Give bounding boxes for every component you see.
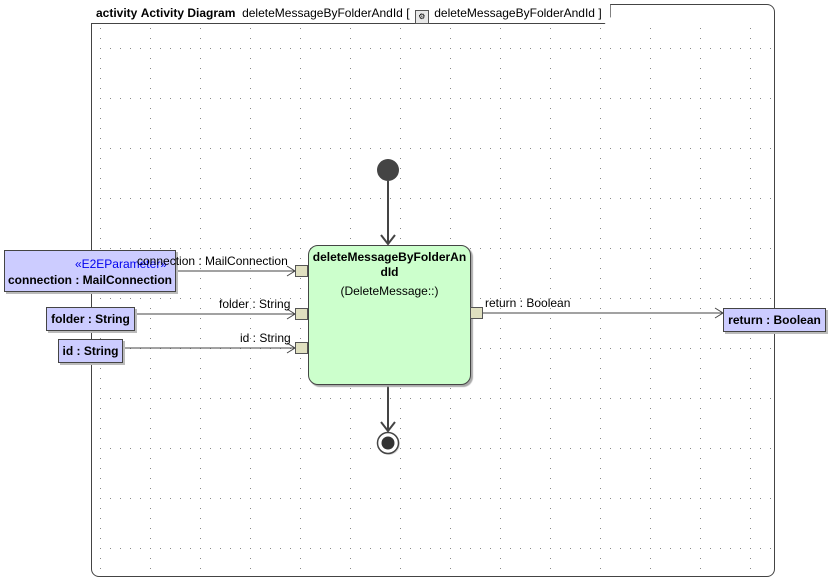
frame-kind: activity bbox=[96, 6, 138, 20]
diagram-icon: ⚙ bbox=[415, 10, 429, 24]
frame-title-tab: activity Activity Diagram deleteMessageB… bbox=[91, 4, 611, 24]
input-pin-connection[interactable] bbox=[295, 265, 308, 277]
call-behavior-action[interactable]: deleteMessageByFolderAndId (DeleteMessag… bbox=[308, 245, 471, 385]
action-behavior: (DeleteMessage::) bbox=[340, 284, 439, 298]
parameter-node-return[interactable]: return : Boolean bbox=[723, 308, 826, 332]
action-name: deleteMessageByFolderAndId bbox=[312, 250, 467, 279]
input-pin-folder[interactable] bbox=[295, 308, 308, 320]
parameter-label: connection : MailConnection bbox=[8, 273, 172, 287]
frame-name: deleteMessageByFolderAndId bbox=[242, 6, 403, 20]
bracket-open: [ bbox=[406, 6, 410, 20]
input-pin-id[interactable] bbox=[295, 342, 308, 354]
parameter-node-folder[interactable]: folder : String bbox=[46, 307, 135, 331]
pin-label-connection: connection : MailConnection bbox=[137, 254, 288, 268]
frame-ref-name: deleteMessageByFolderAndId bbox=[434, 6, 595, 20]
bracket-close: ] bbox=[598, 6, 602, 20]
pin-label-id: id : String bbox=[240, 331, 291, 345]
output-pin-return[interactable] bbox=[470, 307, 483, 319]
frame-type: Activity Diagram bbox=[140, 6, 236, 20]
parameter-node-id[interactable]: id : String bbox=[58, 339, 123, 363]
pin-label-return: return : Boolean bbox=[485, 296, 571, 310]
pin-label-folder: folder : String bbox=[219, 297, 291, 311]
